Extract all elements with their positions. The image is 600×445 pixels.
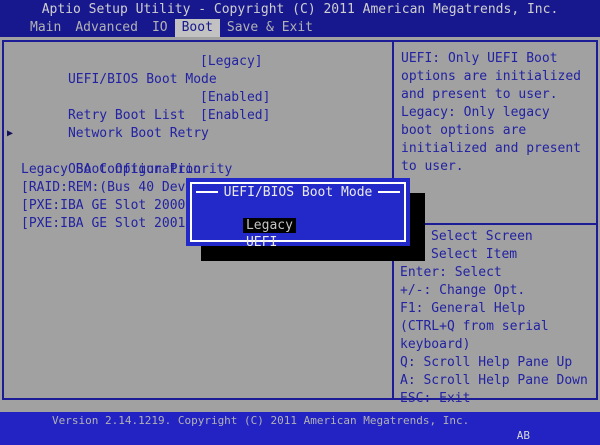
setting-label: UEFI/BIOS Boot Mode <box>67 72 217 87</box>
app-title: Aptio Setup Utility - Copyright (C) 2011… <box>41 2 559 17</box>
popup-option-legacy[interactable]: Legacy <box>196 200 400 233</box>
key-scroll-down: A: Scroll Help Pane Down <box>400 373 588 388</box>
tab-save-exit[interactable]: Save & Exit <box>220 19 320 37</box>
popup-title-row: UEFI/BIOS Boot Mode <box>196 184 400 200</box>
corner-code: AB <box>516 429 530 442</box>
submenu-arrow-icon: ▶ <box>7 128 14 139</box>
setting-value[interactable]: [Enabled] <box>200 107 270 125</box>
boot-mode-popup: UEFI/BIOS Boot Mode Legacy UEFI <box>186 178 410 250</box>
key-change-opt: +/-: Change Opt. <box>400 283 526 298</box>
setting-row-boot-mode[interactable]: UEFI/BIOS Boot Mode [Legacy] <box>4 53 392 87</box>
setting-row-network-boot-retry[interactable]: Network Boot Retry [Enabled] <box>4 107 392 141</box>
setting-value[interactable]: [Legacy] <box>200 53 263 71</box>
tab-boot[interactable]: Boot <box>174 19 220 37</box>
popup-title: UEFI/BIOS Boot Mode <box>223 184 373 200</box>
title-line-left <box>196 191 218 193</box>
setting-row-retry-boot-list[interactable]: Retry Boot List [Enabled] <box>4 89 392 123</box>
title-line-right <box>378 191 400 193</box>
version-text: Version 2.14.1219. Copyright (C) 2011 Am… <box>52 414 470 427</box>
header-bar: Aptio Setup Utility - Copyright (C) 2011… <box>0 0 600 37</box>
help-text: UEFI: Only UEFI Boot options are initial… <box>401 51 582 174</box>
bottom-bar: Version 2.14.1219. Copyright (C) 2011 Am… <box>0 412 600 445</box>
key-enter-select: Enter: Select <box>400 265 502 280</box>
key-general-help: F1: General Help <box>400 301 526 316</box>
section-title-legacy-boot-priority: Legacy Boot Option Priority <box>21 162 233 177</box>
tab-advanced[interactable]: Advanced <box>68 19 145 37</box>
key-ctrl-q-serial: (CTRL+Q from serial <box>400 319 549 334</box>
key-scroll-up: Q: Scroll Help Pane Up <box>400 355 573 370</box>
menu-bar: Main Advanced IO Boot Save & Exit <box>0 19 600 37</box>
setting-value[interactable]: [Enabled] <box>200 89 270 107</box>
setting-row-osa-configuration[interactable]: ▶ OSA Configuration <box>4 125 392 177</box>
tab-main[interactable]: Main <box>23 19 68 37</box>
popup-frame: UEFI/BIOS Boot Mode Legacy UEFI <box>190 182 406 250</box>
tab-io[interactable]: IO <box>145 19 175 37</box>
key-keyboard: keyboard) <box>400 337 471 352</box>
key-esc-exit: ESC: Exit <box>400 391 471 406</box>
